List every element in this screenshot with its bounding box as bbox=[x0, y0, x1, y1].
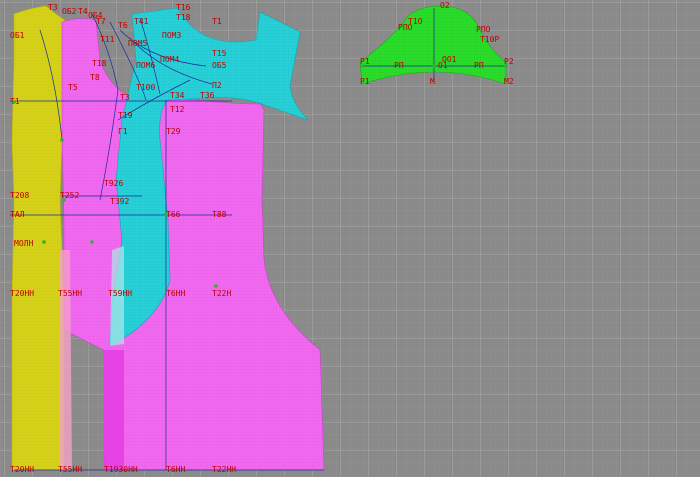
pattern-label: Т29 bbox=[166, 127, 181, 136]
pattern-label: ТАЛ bbox=[10, 210, 25, 219]
pattern-label: ПОМ3 bbox=[162, 31, 181, 40]
sleeve-label: РПО bbox=[476, 25, 491, 34]
pattern-label: МОЛН bbox=[14, 239, 33, 248]
sleeve-label: РП bbox=[394, 61, 404, 70]
anchor-point[interactable] bbox=[214, 284, 218, 288]
pattern-label: Т66 bbox=[166, 210, 181, 219]
pattern-label: Т1930НН bbox=[104, 465, 138, 474]
pattern-label: Т392 bbox=[110, 197, 129, 206]
sleeve-label: ОО1 bbox=[442, 55, 457, 64]
pattern-label: Т18 bbox=[92, 59, 107, 68]
anchor-point[interactable] bbox=[60, 138, 64, 142]
pattern-label: ПОМ6 bbox=[136, 61, 155, 70]
pattern-label: Т20НН bbox=[10, 289, 34, 298]
pattern-label: Т59НН bbox=[108, 289, 132, 298]
pattern-label: Т5 bbox=[68, 83, 78, 92]
pattern-drafting-canvas[interactable]: O2 РПО T1O РПО T10Р P1 РП О1 РП P2 М М2 … bbox=[0, 0, 700, 477]
anchor-point[interactable] bbox=[164, 212, 168, 216]
pattern-label: Т15 bbox=[212, 49, 227, 58]
pattern-label: Т6 bbox=[118, 21, 128, 30]
pattern-label: Т55НН bbox=[58, 465, 82, 474]
pattern-label: ПОМ4 bbox=[160, 55, 179, 64]
sleeve-label: М bbox=[430, 77, 435, 86]
pattern-label: Т36 bbox=[200, 91, 215, 100]
pattern-label: Т100 bbox=[136, 83, 155, 92]
anchor-point[interactable] bbox=[12, 100, 16, 104]
pattern-label: Т12 bbox=[170, 105, 185, 114]
pattern-label: Т19 bbox=[118, 111, 133, 120]
pattern-label: Т88 bbox=[212, 210, 227, 219]
sleeve-label: P1 bbox=[360, 77, 370, 86]
pattern-label: Т18 bbox=[176, 13, 191, 22]
pattern-label: Т7 bbox=[96, 17, 106, 26]
anchor-point[interactable] bbox=[432, 64, 436, 68]
pattern-label: Т20НН bbox=[10, 465, 34, 474]
sleeve-label: T10Р bbox=[480, 35, 499, 44]
pattern-label: Т34 bbox=[170, 91, 185, 100]
pattern-label: Т11 bbox=[100, 35, 115, 44]
anchor-point[interactable] bbox=[62, 198, 66, 202]
sleeve-label: O2 bbox=[440, 1, 450, 10]
pattern-label: Т22Н bbox=[212, 289, 231, 298]
pattern-label: Т4 bbox=[78, 7, 88, 16]
pattern-piece-side-strip[interactable] bbox=[60, 250, 72, 470]
pattern-label: Т22НН bbox=[212, 465, 236, 474]
pattern-label: ОБ2 bbox=[62, 7, 77, 16]
sleeve-label: М2 bbox=[504, 77, 514, 86]
pattern-label: Т3 bbox=[120, 93, 130, 102]
pattern-label: Т208 bbox=[10, 191, 29, 200]
pattern-label: Т6НН bbox=[166, 465, 185, 474]
pattern-label: Т926 bbox=[104, 179, 123, 188]
pattern-label: Г1 bbox=[118, 127, 128, 136]
pattern-piece-front-strip[interactable] bbox=[104, 350, 124, 470]
pattern-label: Т16 bbox=[176, 3, 191, 12]
pattern-label: ПОМ5 bbox=[128, 39, 147, 48]
pattern-label: Т3 bbox=[48, 3, 58, 12]
pattern-label: ОБ1 bbox=[10, 31, 25, 40]
pattern-label: Т1 bbox=[212, 17, 222, 26]
pattern-label: Т55НН bbox=[58, 289, 82, 298]
pattern-label: Т41 bbox=[134, 17, 149, 26]
pattern-label: П2 bbox=[212, 81, 222, 90]
sleeve-label: T1O bbox=[408, 17, 423, 26]
anchor-point[interactable] bbox=[504, 64, 508, 68]
anchor-point[interactable] bbox=[42, 240, 46, 244]
sleeve-label: РП bbox=[474, 61, 484, 70]
anchor-point[interactable] bbox=[90, 240, 94, 244]
anchor-point[interactable] bbox=[360, 64, 364, 68]
pattern-label: Т6НН bbox=[166, 289, 185, 298]
pattern-label: Т8 bbox=[90, 73, 100, 82]
pattern-label: ОБ5 bbox=[212, 61, 227, 70]
